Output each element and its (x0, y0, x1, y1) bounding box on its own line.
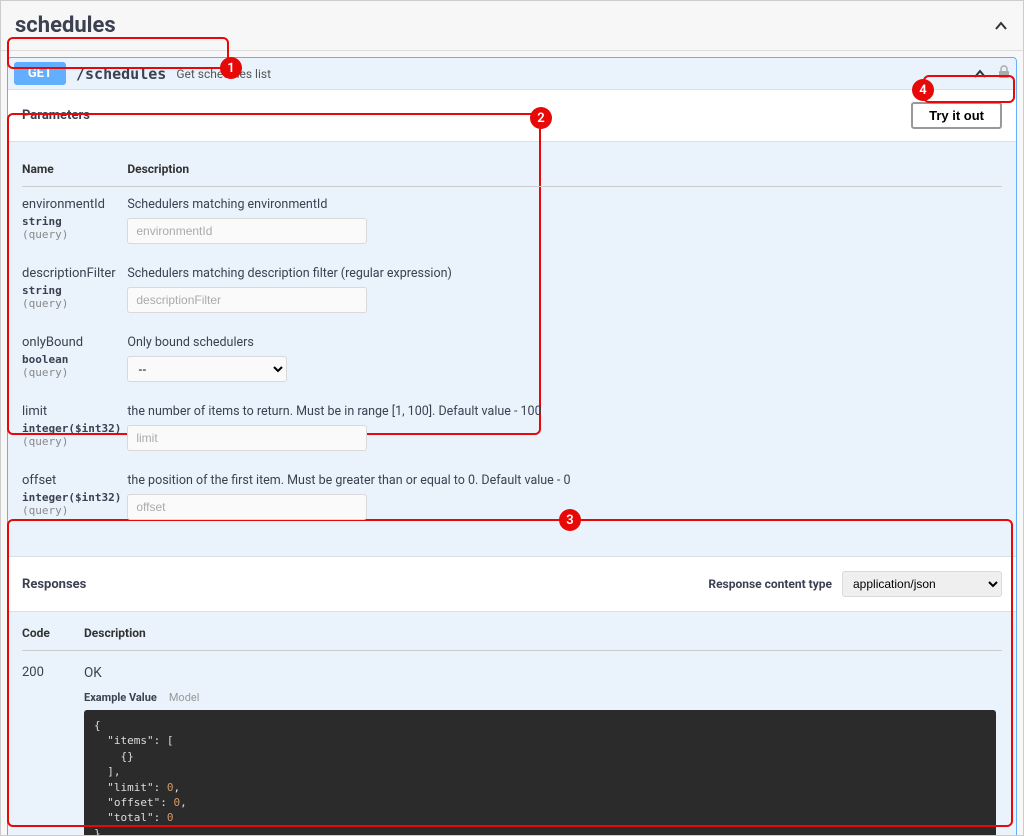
param-desc: Schedulers matching environmentId (127, 197, 996, 212)
param-name: onlyBound (22, 335, 121, 350)
param-type: string (22, 215, 121, 228)
parameters-bar: Parameters Try it out (8, 89, 1016, 142)
param-desc: the number of items to return. Must be i… (127, 404, 996, 419)
tab-model[interactable]: Model (169, 691, 200, 704)
param-type: boolean (22, 353, 121, 366)
callout-badge-4: 4 (912, 79, 934, 101)
responses-bar: Responses Response content type applicat… (8, 556, 1016, 612)
param-col-name: Name (22, 156, 127, 187)
param-name: environmentId (22, 197, 121, 212)
operation-block: GET /schedules Get schedules list Parame… (7, 57, 1017, 836)
callout-badge-1: 1 (220, 57, 242, 79)
param-input-environmentId[interactable] (127, 218, 367, 244)
param-type: string (22, 284, 121, 297)
response-example[interactable]: { "items": [ {} ], "limit": 0, "offset":… (84, 710, 996, 836)
content-type-select[interactable]: application/json (842, 571, 1002, 597)
tab-example-value[interactable]: Example Value (84, 691, 157, 704)
param-in: (query) (22, 228, 121, 241)
resp-col-code: Code (22, 626, 84, 651)
operation-path: /schedules (76, 65, 166, 83)
parameters-body: Name Description environmentIdstring(que… (8, 142, 1016, 546)
param-select-onlyBound[interactable]: -- (127, 356, 287, 382)
param-input-descriptionFilter[interactable] (127, 287, 367, 313)
operation-header[interactable]: GET /schedules Get schedules list (8, 58, 1016, 89)
param-input-offset[interactable] (127, 494, 367, 520)
param-desc: the position of the first item. Must be … (127, 473, 996, 488)
http-method-badge: GET (14, 62, 66, 85)
param-in: (query) (22, 366, 121, 379)
param-desc: Schedulers matching description filter (… (127, 266, 996, 281)
param-type: integer($int32) (22, 491, 121, 504)
chevron-up-icon (972, 66, 988, 82)
param-desc: Only bound schedulers (127, 335, 996, 350)
response-code: 200 (22, 665, 78, 680)
param-name: descriptionFilter (22, 266, 121, 281)
responses-body: Code Description 200 OK Example Value Model… (8, 612, 1016, 836)
content-type-label: Response content type (708, 577, 832, 591)
lock-icon[interactable] (998, 64, 1010, 83)
param-in: (query) (22, 297, 121, 310)
param-name: offset (22, 473, 121, 488)
responses-title: Responses (22, 577, 86, 592)
resp-col-desc: Description (84, 626, 1002, 651)
param-col-desc: Description (127, 156, 1002, 187)
parameters-title: Parameters (22, 108, 90, 123)
param-in: (query) (22, 435, 121, 448)
callout-badge-2: 2 (530, 107, 552, 129)
param-name: limit (22, 404, 121, 419)
param-in: (query) (22, 504, 121, 517)
chevron-up-icon (993, 18, 1009, 34)
response-desc: OK (84, 665, 996, 681)
section-header[interactable]: schedules (1, 1, 1023, 51)
param-type: integer($int32) (22, 422, 121, 435)
param-input-limit[interactable] (127, 425, 367, 451)
try-it-out-button[interactable]: Try it out (911, 102, 1002, 129)
section-title: schedules (15, 13, 116, 38)
